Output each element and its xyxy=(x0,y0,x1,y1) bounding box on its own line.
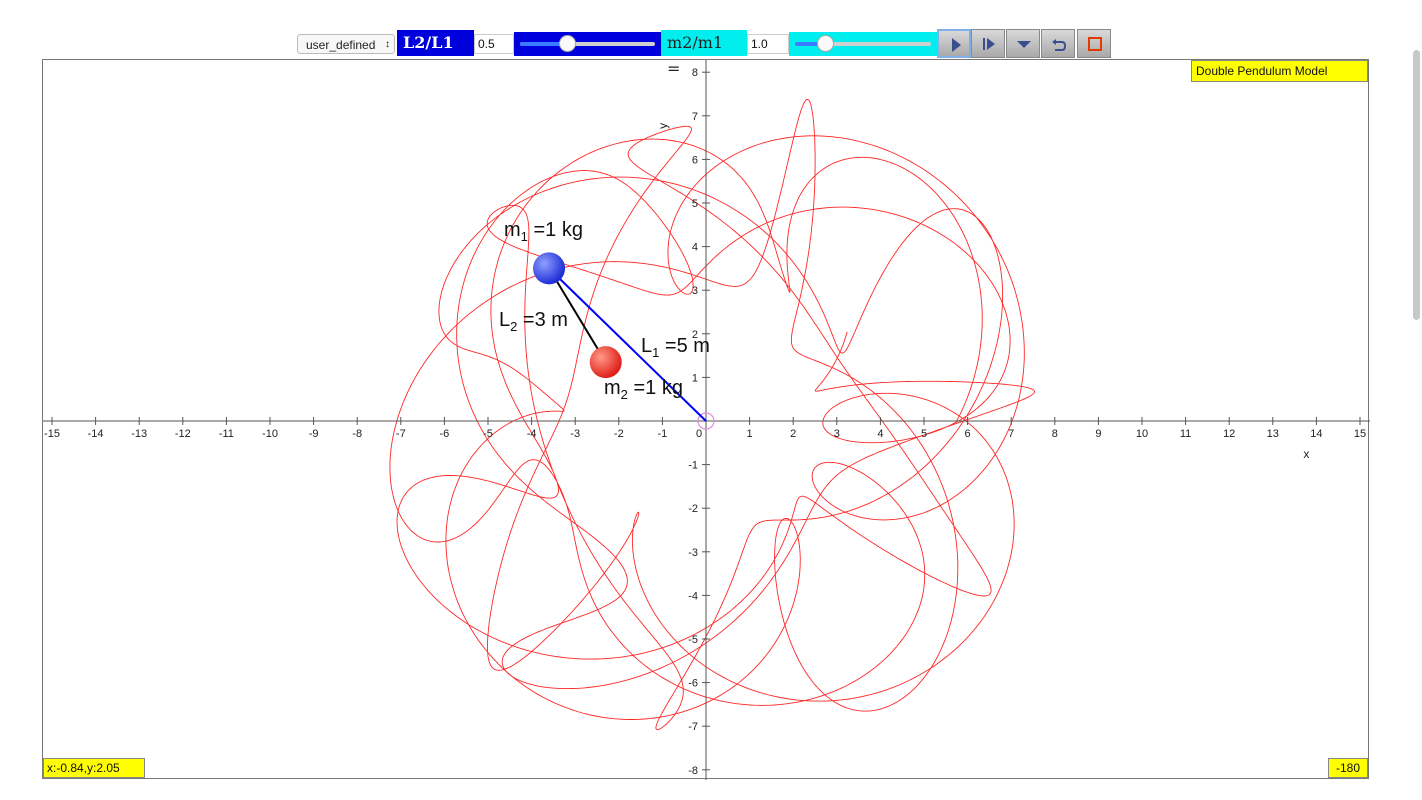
x-tick-label: -11 xyxy=(219,428,234,440)
axes: -15 -14 -13 -12 -11 -10 -9 -8 -7 -6 -5 -4 -3 -2 -1 0 1 2 3… xyxy=(43,60,1370,780)
y-axis-label: y xyxy=(656,123,670,129)
model-title: Double Pendulum Model xyxy=(1191,60,1368,82)
y-tick-label: -1 xyxy=(688,460,698,472)
x-tick-label: -8 xyxy=(352,428,362,440)
y-tick-label: -7 xyxy=(688,721,698,733)
x-tick-label: 10 xyxy=(1136,428,1148,440)
menu-down-icon xyxy=(1017,41,1031,48)
trace-path xyxy=(389,98,1035,731)
length-ratio-label: L2/L1 = xyxy=(397,30,474,78)
y-tick-label: 6 xyxy=(692,154,698,166)
x-tick-label: -15 xyxy=(44,428,60,440)
x-tick-label: 11 xyxy=(1180,428,1191,440)
x-tick-label: -1 xyxy=(658,428,668,440)
x-tick-label: 12 xyxy=(1223,428,1235,440)
y-tick-label: 5 xyxy=(692,198,698,210)
rod2-label: L2 =3 m xyxy=(499,309,568,334)
x-tick-label: -3 xyxy=(570,428,580,440)
x-tick-label: 7 xyxy=(1008,428,1014,440)
x-tick-label: 15 xyxy=(1354,428,1366,440)
cursor-coordinates: x:-0.84,y:2.05 xyxy=(43,758,145,778)
trajectory-trace xyxy=(389,98,1035,731)
preset-select-value: user_defined xyxy=(306,38,376,52)
x-tick-label: -12 xyxy=(175,428,191,440)
mass-ratio-input[interactable] xyxy=(747,34,789,54)
slider-thumb[interactable] xyxy=(559,35,576,52)
control-toolbar: user_defined ↕ L2/L1 = m2/m1 = xyxy=(0,29,1422,78)
x-tick-label: -2 xyxy=(614,428,624,440)
x-tick-label: 2 xyxy=(790,428,796,440)
y-tick-label: -8 xyxy=(688,765,698,777)
stop-icon xyxy=(1088,37,1102,51)
angle-readout: -180 xyxy=(1328,758,1368,778)
x-tick-label: -4 xyxy=(527,428,537,440)
x-axis-label: x xyxy=(1303,447,1309,461)
reset-icon xyxy=(1052,39,1066,51)
y-tick-label: -3 xyxy=(688,547,698,559)
mass1-label: m1 =1 kg xyxy=(504,219,583,244)
x-tick-label: -6 xyxy=(440,428,450,440)
y-tick-label: 1 xyxy=(692,372,698,384)
x-tick-label: -5 xyxy=(483,428,493,440)
length-ratio-input[interactable] xyxy=(474,34,514,54)
x-tick-label: 0 xyxy=(696,428,702,440)
menu-down-button[interactable] xyxy=(1006,29,1040,58)
x-tick-label: 9 xyxy=(1095,428,1101,440)
y-tick-label: 7 xyxy=(692,111,698,123)
x-tick-label: 3 xyxy=(834,428,840,440)
plot-canvas: -15 -14 -13 -12 -11 -10 -9 -8 -7 -6 -5 -4 -3 -2 -1 0 1 2 3… xyxy=(43,60,1370,780)
x-tick-label: -10 xyxy=(262,428,278,440)
step-button[interactable] xyxy=(971,29,1005,58)
x-tick-label: 14 xyxy=(1310,428,1322,440)
mass2-bob xyxy=(589,346,622,379)
x-tick-label: 8 xyxy=(1052,428,1058,440)
x-tick-label: 1 xyxy=(747,428,753,440)
x-tick-label: 6 xyxy=(965,428,971,440)
reset-button[interactable] xyxy=(1041,29,1075,58)
y-tick-label: -2 xyxy=(688,503,698,515)
preset-select[interactable]: user_defined ↕ xyxy=(297,34,395,54)
y-tick-label: -4 xyxy=(688,590,698,602)
x-tick-label: 4 xyxy=(877,428,883,440)
y-tick-label: -6 xyxy=(688,678,698,690)
y-tick-label: 4 xyxy=(692,242,698,254)
x-tick-label: -7 xyxy=(396,428,406,440)
slider-thumb[interactable] xyxy=(817,35,834,52)
step-icon xyxy=(983,38,995,50)
mass2-label: m2 =1 kg xyxy=(604,377,683,402)
play-icon xyxy=(952,38,961,52)
y-tick-label: -5 xyxy=(688,634,698,646)
rod1-label: L1 =5 m xyxy=(641,335,710,360)
play-button[interactable] xyxy=(937,29,971,58)
x-tick-label: 5 xyxy=(921,428,927,440)
x-tick-label: -14 xyxy=(88,428,104,440)
page-scrollbar[interactable] xyxy=(1413,50,1420,320)
mass-ratio-label: m2/m1 = xyxy=(661,30,747,78)
y-tick-label: 3 xyxy=(692,285,698,297)
mass1-bob xyxy=(533,252,566,285)
simulation-plot[interactable]: -15 -14 -13 -12 -11 -10 -9 -8 -7 -6 -5 -4 -3 -2 -1 0 1 2 3… xyxy=(42,59,1370,780)
mass-ratio-slider[interactable] xyxy=(789,32,937,56)
x-tick-label: 13 xyxy=(1267,428,1279,440)
select-updown-icon: ↕ xyxy=(385,39,390,50)
stop-button[interactable] xyxy=(1077,29,1111,58)
length-ratio-slider[interactable] xyxy=(514,32,661,56)
x-tick-label: -13 xyxy=(131,428,147,440)
y-tick-label: 8 xyxy=(692,67,698,79)
x-tick-label: -9 xyxy=(309,428,319,440)
